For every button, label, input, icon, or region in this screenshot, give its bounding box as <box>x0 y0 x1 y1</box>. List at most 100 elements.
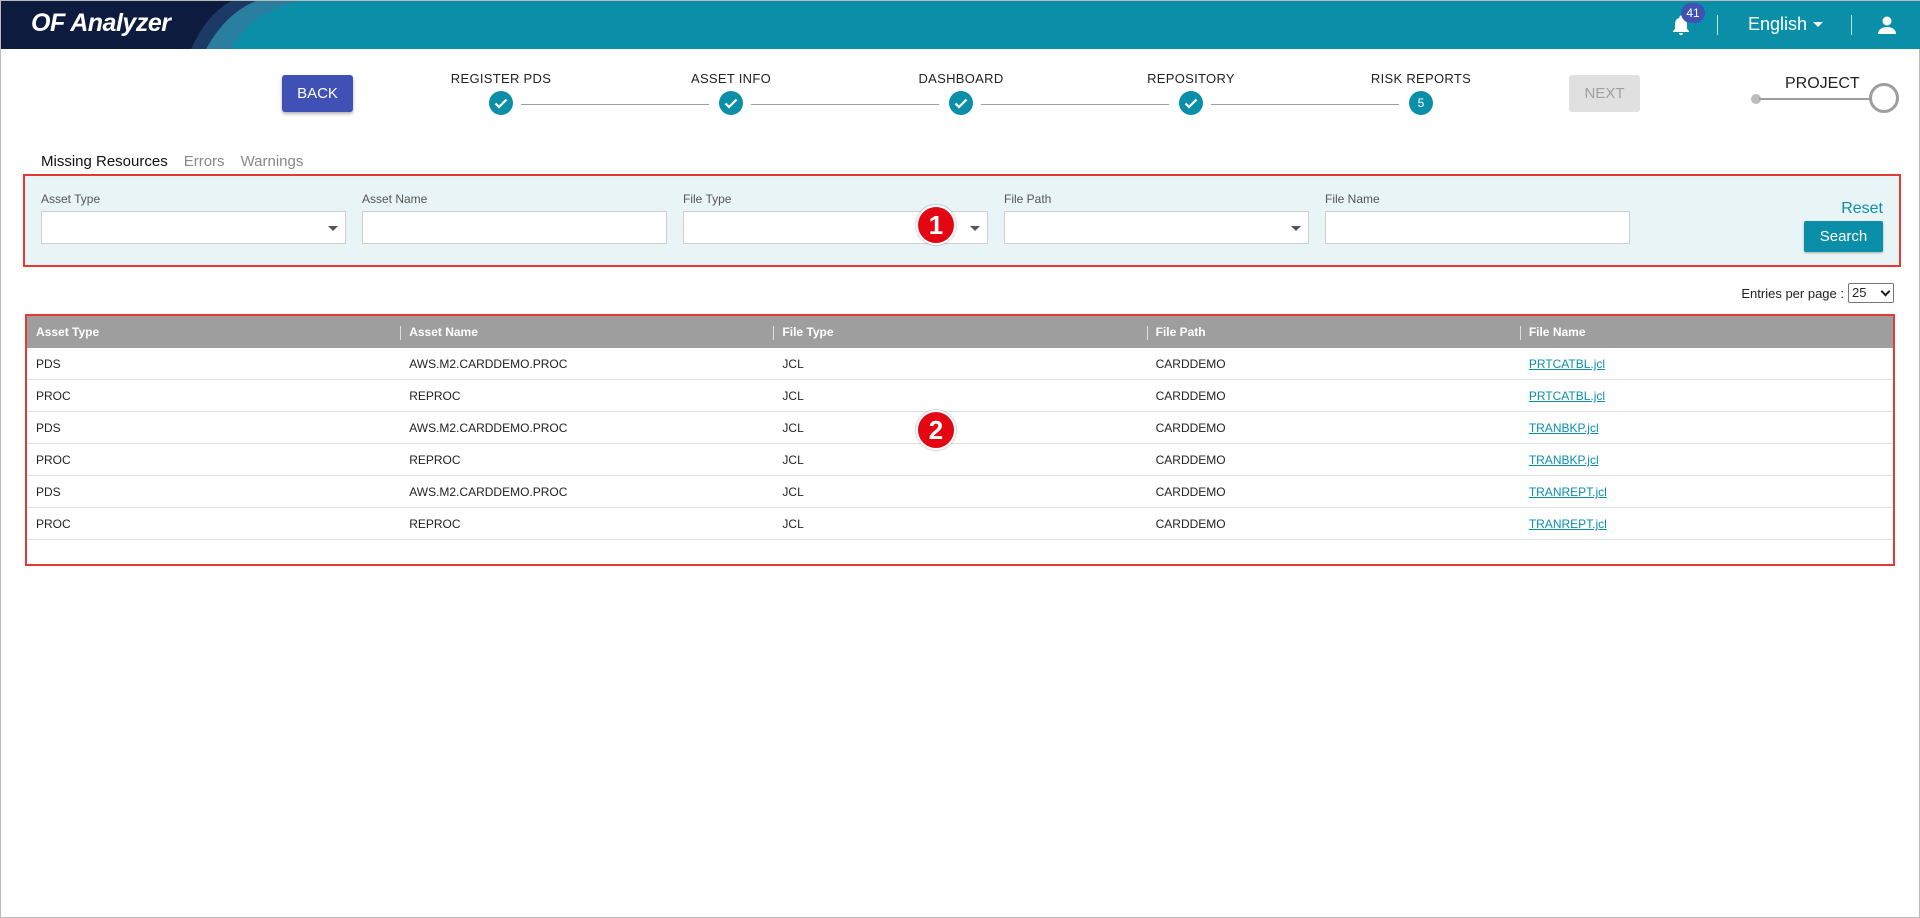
table-row: PROC REPROC JCL CARDDEMO TRANREPT.jcl <box>27 508 1893 540</box>
project-label: PROJECT <box>1785 75 1860 92</box>
header-divider <box>1851 15 1852 35</box>
cell-asset-type: PROC <box>36 453 71 467</box>
cell-asset-type: PROC <box>36 389 71 403</box>
file-path-label: File Path <box>1004 192 1052 206</box>
tab-errors[interactable]: Errors <box>184 153 225 170</box>
project-line <box>1759 98 1871 100</box>
cell-file-type: JCL <box>782 453 804 467</box>
table-row: PDS AWS.M2.CARDDEMO.PROC JCL CARDDEMO TR… <box>27 476 1893 508</box>
search-button[interactable]: Search <box>1804 221 1883 252</box>
asset-name-label: Asset Name <box>362 192 428 206</box>
asset-type-filter: Asset Type <box>41 192 346 244</box>
cell-asset-name: AWS.M2.CARDDEMO.PROC <box>409 485 568 499</box>
cell-asset-name: AWS.M2.CARDDEMO.PROC <box>409 357 568 371</box>
dropdown-arrow-icon <box>970 226 980 231</box>
table-row: PDS AWS.M2.CARDDEMO.PROC JCL CARDDEMO PR… <box>27 348 1893 380</box>
column-header-file-name[interactable]: File Name <box>1519 316 1893 348</box>
table-header: Asset Type Asset Name File Type File Pat… <box>27 316 1893 348</box>
language-label: English <box>1748 14 1808 34</box>
table-row: PROC REPROC JCL CARDDEMO PRTCATBL.jcl <box>27 380 1893 412</box>
file-name-link[interactable]: TRANREPT.jcl <box>1520 508 1893 539</box>
entries-per-page: Entries per page : 25 <box>1741 283 1894 303</box>
next-button: NEXT <box>1569 75 1640 112</box>
asset-name-input[interactable] <box>362 211 667 244</box>
file-name-link[interactable]: TRANBKP.jcl <box>1520 412 1893 443</box>
app-logo: OF Analyzer <box>31 9 171 37</box>
header-divider <box>1717 15 1718 35</box>
cell-asset-name: REPROC <box>409 453 461 467</box>
step-label: REPOSITORY <box>1147 71 1235 86</box>
cell-file-type: JCL <box>782 421 804 435</box>
chevron-down-icon <box>1880 286 1891 297</box>
cell-asset-type: PDS <box>36 485 61 499</box>
entries-select[interactable]: 25 <box>1848 283 1894 303</box>
check-icon <box>1179 91 1203 115</box>
step-number: 5 <box>1409 91 1433 115</box>
app-header: OF Analyzer 41 English <box>1 1 1920 49</box>
file-name-link[interactable]: PRTCATBL.jcl <box>1520 348 1893 379</box>
tab-warnings[interactable]: Warnings <box>241 153 304 170</box>
table-row: PROC REPROC JCL CARDDEMO TRANBKP.jcl <box>27 444 1893 476</box>
filter-panel: Asset Type Asset Name File Type File Pat… <box>23 174 1901 267</box>
column-header-file-type[interactable]: File Type <box>773 316 1146 348</box>
cell-file-path: CARDDEMO <box>1155 485 1226 499</box>
column-header-asset-type[interactable]: Asset Type <box>27 316 400 348</box>
file-path-select[interactable] <box>1004 211 1309 244</box>
annotation-marker-1: 1 <box>916 205 956 245</box>
file-path-filter: File Path <box>1004 192 1309 244</box>
cell-asset-type: PDS <box>36 421 61 435</box>
project-circle-icon <box>1869 83 1899 113</box>
reset-link[interactable]: Reset <box>1841 200 1883 218</box>
cell-file-type: JCL <box>782 485 804 499</box>
file-name-label: File Name <box>1325 192 1380 206</box>
project-indicator[interactable]: PROJECT <box>1751 75 1901 115</box>
cell-asset-type: PDS <box>36 357 61 371</box>
entries-label: Entries per page : <box>1741 285 1844 301</box>
cell-file-path: CARDDEMO <box>1155 453 1226 467</box>
cell-file-type: JCL <box>782 357 804 371</box>
entries-value: 25 <box>1852 285 1867 300</box>
check-icon <box>489 91 513 115</box>
cell-asset-name: REPROC <box>409 389 461 403</box>
dropdown-arrow-icon <box>328 226 338 231</box>
dropdown-arrow-icon <box>1291 226 1301 231</box>
step-label: ASSET INFO <box>690 71 772 86</box>
notification-count-badge: 41 <box>1681 3 1705 23</box>
report-tabs: Missing Resources Errors Warnings <box>41 153 303 170</box>
step-repository[interactable]: REPOSITORY <box>1111 71 1271 115</box>
step-register-pds[interactable]: REGISTER PDS <box>421 71 581 115</box>
language-selector[interactable]: English <box>1748 14 1824 35</box>
cell-file-path: CARDDEMO <box>1155 357 1226 371</box>
cell-asset-name: AWS.M2.CARDDEMO.PROC <box>409 421 568 435</box>
table-row: PDS AWS.M2.CARDDEMO.PROC JCL CARDDEMO TR… <box>27 412 1893 444</box>
user-icon[interactable] <box>1875 13 1899 37</box>
missing-resources-table: Asset Type Asset Name File Type File Pat… <box>25 314 1895 566</box>
step-dashboard[interactable]: DASHBOARD <box>881 71 1041 115</box>
file-name-link[interactable]: PRTCATBL.jcl <box>1520 380 1893 411</box>
cell-file-path: CARDDEMO <box>1155 421 1226 435</box>
column-header-asset-name[interactable]: Asset Name <box>400 316 773 348</box>
asset-name-filter: Asset Name <box>362 192 667 244</box>
cell-asset-name: REPROC <box>409 517 461 531</box>
column-header-file-path[interactable]: File Path <box>1146 316 1520 348</box>
cell-file-type: JCL <box>782 389 804 403</box>
asset-type-label: Asset Type <box>41 192 101 206</box>
step-label: DASHBOARD <box>918 71 1004 86</box>
back-button[interactable]: BACK <box>282 75 353 112</box>
step-risk-reports[interactable]: RISK REPORTS 5 <box>1341 71 1501 115</box>
file-name-filter: File Name <box>1325 192 1630 244</box>
file-name-link[interactable]: TRANREPT.jcl <box>1520 476 1893 507</box>
file-name-input[interactable] <box>1325 211 1630 244</box>
step-asset-info[interactable]: ASSET INFO <box>651 71 811 115</box>
check-icon <box>949 91 973 115</box>
check-icon <box>719 91 743 115</box>
tab-missing-resources[interactable]: Missing Resources <box>41 153 168 170</box>
step-label: RISK REPORTS <box>1370 71 1472 86</box>
step-label: REGISTER PDS <box>450 71 552 86</box>
file-name-link[interactable]: TRANBKP.jcl <box>1520 444 1893 475</box>
cell-file-path: CARDDEMO <box>1155 389 1226 403</box>
cell-file-type: JCL <box>782 517 804 531</box>
annotation-marker-2: 2 <box>916 410 956 450</box>
asset-type-select[interactable] <box>41 211 346 244</box>
chevron-down-icon <box>1813 22 1824 27</box>
